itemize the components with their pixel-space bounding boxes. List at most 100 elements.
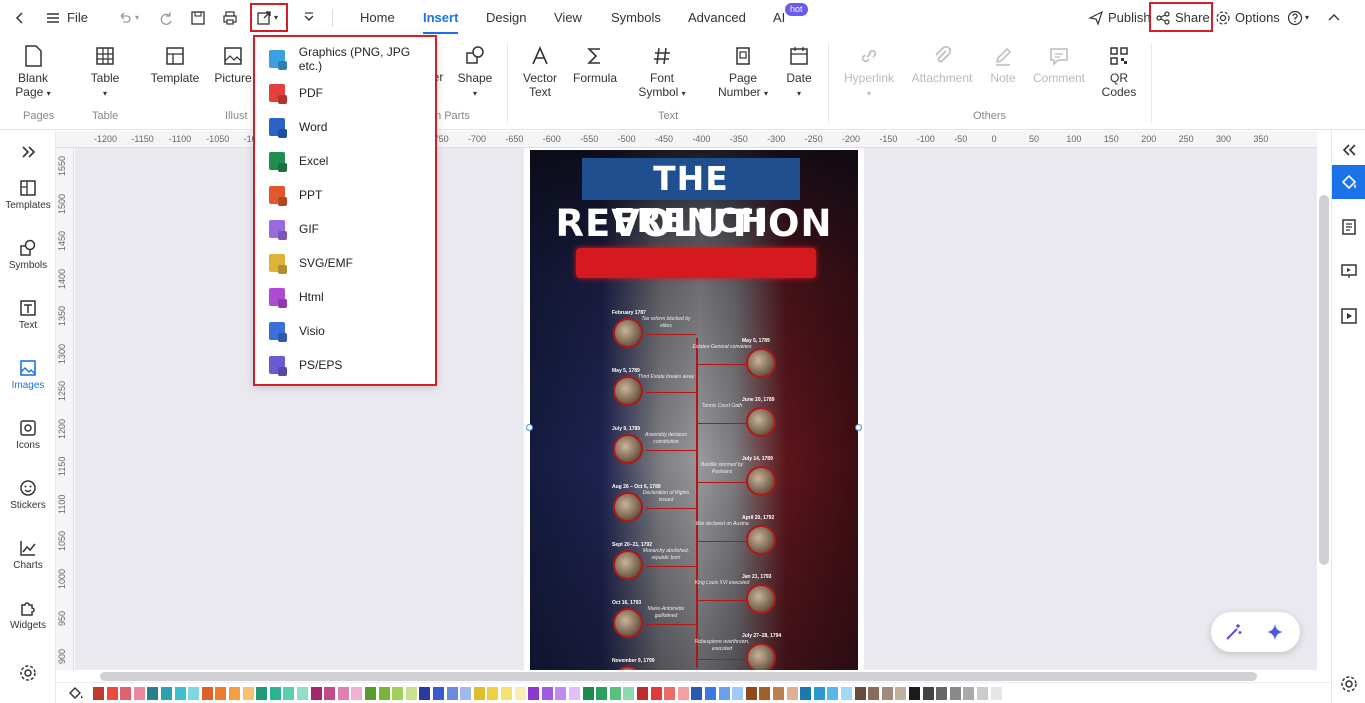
color-swatch[interactable]: [909, 687, 920, 700]
resize-handle-left[interactable]: [526, 424, 533, 431]
back-button[interactable]: [12, 0, 28, 35]
sparkle-icon[interactable]: [1265, 622, 1285, 642]
color-swatch[interactable]: [637, 687, 648, 700]
color-swatch[interactable]: [256, 687, 268, 700]
color-swatch[interactable]: [242, 687, 254, 700]
shape-button[interactable]: Shape ▾: [455, 45, 495, 101]
color-swatch[interactable]: [501, 687, 512, 700]
color-swatch[interactable]: [841, 687, 852, 700]
fill-color-icon[interactable]: [68, 685, 86, 701]
color-swatch[interactable]: [147, 687, 159, 700]
color-swatch[interactable]: [133, 687, 145, 700]
color-swatch[interactable]: [895, 687, 907, 700]
color-swatch[interactable]: [310, 687, 322, 700]
sidebar-item-images[interactable]: Images: [0, 359, 56, 391]
color-swatch[interactable]: [433, 687, 444, 700]
color-swatch[interactable]: [773, 687, 784, 700]
tab-symbols[interactable]: Symbols: [611, 0, 661, 35]
tab-design[interactable]: Design: [486, 0, 526, 35]
color-swatch[interactable]: [800, 687, 812, 700]
color-swatch[interactable]: [650, 687, 662, 700]
collapse-ribbon-button[interactable]: [1326, 0, 1342, 35]
color-swatch[interactable]: [623, 687, 635, 700]
tab-view[interactable]: View: [554, 0, 582, 35]
color-swatch[interactable]: [297, 687, 308, 700]
resize-handle-right[interactable]: [855, 424, 862, 431]
color-swatch[interactable]: [691, 687, 703, 700]
sidebar-item-widgets[interactable]: Widgets: [0, 599, 56, 631]
template-button[interactable]: Template: [148, 45, 202, 85]
options-button[interactable]: Options: [1215, 0, 1280, 35]
document-icon[interactable]: [1340, 218, 1358, 236]
color-swatch[interactable]: [473, 687, 485, 700]
export-menu-item[interactable]: Word: [255, 110, 435, 144]
export-menu-item[interactable]: Excel: [255, 144, 435, 178]
hyperlink-button[interactable]: Hyperlink ▾: [838, 45, 900, 101]
color-swatch[interactable]: [487, 687, 499, 700]
blank-page-button[interactable]: Blank Page ▾: [10, 45, 56, 101]
redo-button[interactable]: [158, 0, 174, 35]
sidebar-item-icons[interactable]: Icons: [0, 419, 56, 451]
color-swatch[interactable]: [365, 687, 376, 700]
tab-insert[interactable]: Insert: [423, 0, 459, 35]
sidebar-item-text[interactable]: Text: [0, 299, 56, 331]
color-swatch[interactable]: [881, 687, 893, 700]
font-symbol-button[interactable]: Font Symbol ▾: [636, 45, 688, 101]
more-tools-button[interactable]: [301, 0, 317, 35]
color-swatch[interactable]: [854, 687, 866, 700]
color-swatch[interactable]: [949, 687, 961, 700]
export-menu-item[interactable]: PS/EPS: [255, 348, 435, 382]
comment-button[interactable]: Comment: [1028, 45, 1090, 85]
print-button[interactable]: [222, 0, 238, 35]
export-menu-item[interactable]: Html: [255, 280, 435, 314]
expand-sidebar-button[interactable]: [0, 143, 56, 164]
picture-button[interactable]: Picture: [211, 45, 255, 85]
note-button[interactable]: Note: [984, 45, 1022, 85]
slideshow-icon[interactable]: [1340, 307, 1358, 325]
date-button[interactable]: Date ▾: [782, 45, 816, 101]
color-swatch[interactable]: [446, 687, 458, 700]
color-swatch[interactable]: [977, 687, 988, 700]
color-swatch[interactable]: [786, 687, 798, 700]
color-swatch[interactable]: [827, 687, 839, 700]
color-swatch[interactable]: [269, 687, 281, 700]
color-swatch[interactable]: [419, 687, 431, 700]
magic-wand-icon[interactable]: [1224, 622, 1244, 642]
color-swatch[interactable]: [677, 687, 689, 700]
table-button[interactable]: Table ▾: [84, 45, 126, 101]
attachment-button[interactable]: Attachment: [906, 45, 978, 85]
tab-advanced[interactable]: Advanced: [688, 0, 746, 35]
settings-button[interactable]: [0, 664, 56, 685]
color-swatch[interactable]: [324, 687, 336, 700]
color-swatch[interactable]: [120, 687, 132, 700]
formula-button[interactable]: Formula: [570, 45, 620, 85]
color-swatch[interactable]: [609, 687, 621, 700]
color-swatch[interactable]: [161, 687, 172, 700]
page-number-button[interactable]: Page Number ▾: [710, 45, 776, 101]
color-swatch[interactable]: [283, 687, 295, 700]
color-swatch[interactable]: [337, 687, 349, 700]
undo-button[interactable]: ▾: [117, 0, 139, 35]
color-swatch[interactable]: [188, 687, 200, 700]
vertical-scrollbar[interactable]: [1319, 195, 1329, 565]
color-swatch[interactable]: [174, 687, 186, 700]
color-swatch[interactable]: [596, 687, 608, 700]
vector-text-button[interactable]: Vector Text: [517, 45, 563, 99]
color-swatch[interactable]: [215, 687, 227, 700]
color-swatch[interactable]: [569, 687, 580, 700]
color-swatch[interactable]: [718, 687, 730, 700]
export-menu-item[interactable]: SVG/EMF: [255, 246, 435, 280]
color-swatch[interactable]: [990, 687, 1002, 700]
color-swatch[interactable]: [460, 687, 472, 700]
color-swatch[interactable]: [582, 687, 594, 700]
color-swatch[interactable]: [745, 687, 757, 700]
save-button[interactable]: [190, 0, 206, 35]
color-swatch[interactable]: [936, 687, 948, 700]
gear-icon[interactable]: [1340, 675, 1358, 693]
sidebar-item-stickers[interactable]: Stickers: [0, 479, 56, 511]
color-swatch[interactable]: [514, 687, 526, 700]
color-swatch[interactable]: [705, 687, 716, 700]
qr-codes-button[interactable]: QR Codes: [1097, 45, 1141, 99]
color-swatch[interactable]: [555, 687, 567, 700]
fill-panel-button[interactable]: [1332, 165, 1365, 199]
